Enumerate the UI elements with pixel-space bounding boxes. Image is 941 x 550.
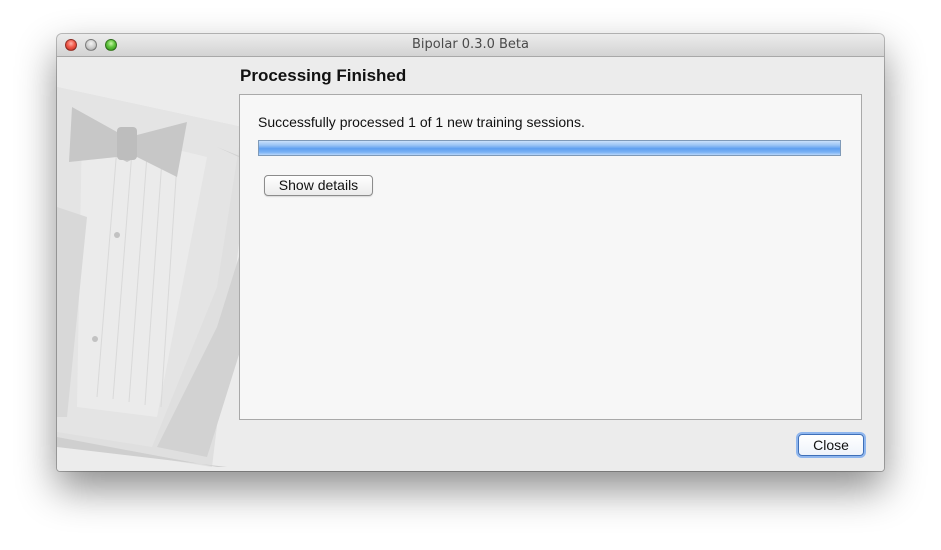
dialog-body: Processing Finished Successfully process… (57, 57, 884, 471)
title-bar[interactable]: Bipolar 0.3.0 Beta (57, 34, 884, 57)
status-message: Successfully processed 1 of 1 new traini… (258, 114, 585, 130)
results-panel: Successfully processed 1 of 1 new traini… (239, 94, 862, 420)
page-title: Processing Finished (240, 66, 407, 85)
app-window: Bipolar 0.3.0 Beta Processing Finished S… (57, 34, 884, 471)
progress-bar-fill (259, 141, 840, 155)
close-button[interactable]: Close (798, 434, 864, 456)
show-details-button[interactable]: Show details (264, 175, 373, 196)
progress-bar (258, 140, 841, 156)
window-title: Bipolar 0.3.0 Beta (412, 37, 529, 52)
